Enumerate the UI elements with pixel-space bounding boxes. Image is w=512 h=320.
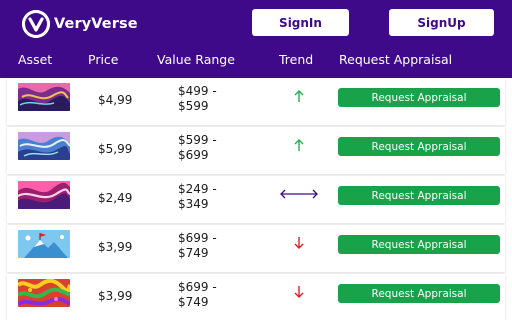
range-high: $749 — [178, 246, 209, 260]
arrow-down-icon — [275, 278, 323, 306]
range-low: $699 - — [178, 280, 217, 294]
range-high: $599 — [178, 99, 209, 113]
request-appraisal-button[interactable]: Request Appraisal — [338, 137, 500, 156]
arrow-down-icon — [275, 229, 323, 257]
top-header: VeryVerse SignIn SignUp Asset Price Valu… — [0, 0, 512, 78]
column-header-asset: Asset — [18, 52, 53, 67]
table-row: $3,99 $699 - $749 Request Appraisal — [7, 274, 505, 320]
request-appraisal-button[interactable]: Request Appraisal — [338, 235, 500, 254]
price-value: $5,99 — [98, 142, 133, 156]
brand-name: VeryVerse — [54, 16, 138, 32]
range-low: $249 - — [178, 182, 217, 196]
psychedelic-pattern-thumbnail[interactable] — [18, 279, 70, 307]
pink-wave-thumbnail[interactable] — [18, 181, 70, 209]
price-value: $2,49 — [98, 191, 133, 205]
column-header-value-range: Value Range — [157, 52, 235, 67]
table-row: $4,99 $499 - $599 Request Appraisal — [7, 78, 505, 125]
v-logo-icon — [22, 10, 50, 38]
range-low: $499 - — [178, 84, 217, 98]
value-range: $249 - $349 — [178, 182, 217, 212]
price-value: $3,99 — [98, 289, 133, 303]
value-range: $599 - $699 — [178, 133, 217, 163]
arrow-left-right-icon — [275, 180, 323, 208]
column-header-price: Price — [88, 52, 119, 67]
price-value: $3,99 — [98, 240, 133, 254]
value-range: $499 - $599 — [178, 84, 217, 114]
range-high: $699 — [178, 148, 209, 162]
table-row: $5,99 $599 - $699 Request Appraisal — [7, 127, 505, 174]
marble-swirl-thumbnail[interactable] — [18, 132, 70, 160]
table-row: $3,99 $699 - $749 Request Appraisal — [7, 225, 505, 272]
request-appraisal-button[interactable]: Request Appraisal — [338, 88, 500, 107]
arrow-up-icon — [275, 82, 323, 110]
price-value: $4,99 — [98, 93, 133, 107]
range-low: $599 - — [178, 133, 217, 147]
signin-button[interactable]: SignIn — [252, 9, 349, 36]
request-appraisal-button[interactable]: Request Appraisal — [338, 186, 500, 205]
asset-table: $4,99 $499 - $599 Request Appraisal $5,9… — [7, 78, 505, 320]
arrow-up-icon — [275, 131, 323, 159]
abstract-art-thumbnail[interactable] — [18, 83, 70, 111]
range-low: $699 - — [178, 231, 217, 245]
range-high: $349 — [178, 197, 209, 211]
value-range: $699 - $749 — [178, 231, 217, 261]
mountain-flag-thumbnail[interactable] — [18, 230, 70, 258]
brand-logo[interactable]: VeryVerse — [22, 10, 138, 38]
column-header-trend: Trend — [279, 52, 314, 67]
request-appraisal-button[interactable]: Request Appraisal — [338, 284, 500, 303]
table-row: $2,49 $249 - $349 Request Appraisal — [7, 176, 505, 223]
range-high: $749 — [178, 295, 209, 309]
column-header-request-appraisal: Request Appraisal — [339, 52, 453, 67]
signup-button[interactable]: SignUp — [389, 9, 494, 36]
value-range: $699 - $749 — [178, 280, 217, 310]
